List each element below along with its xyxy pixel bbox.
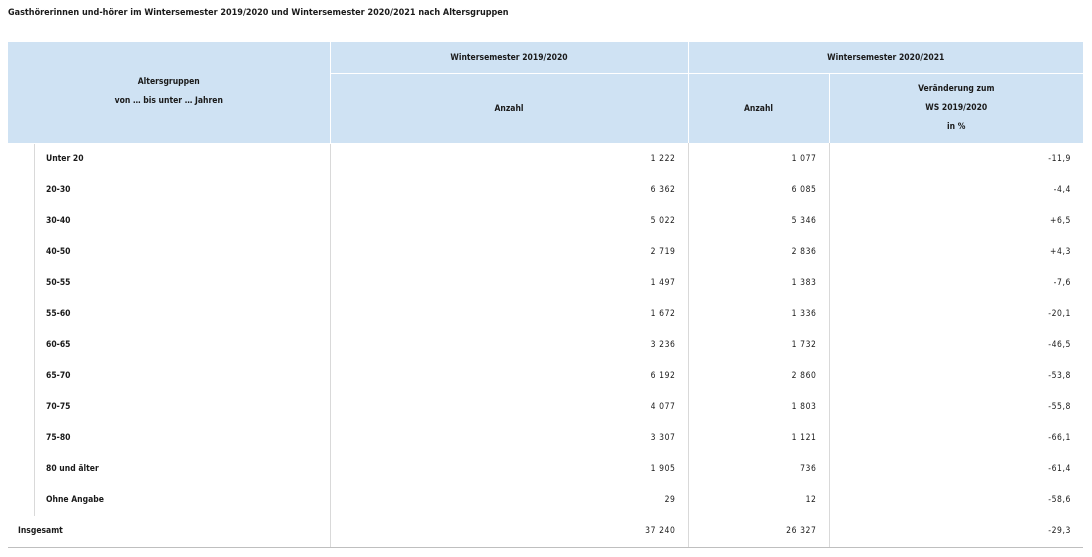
cell-ws1: 5 022 [329,205,688,237]
table-row: 80 und älter 1 905 736 -61,4 [8,453,1083,485]
total-change: -29,3 [828,515,1083,548]
table-row: 60-65 3 236 1 732 -46,5 [8,329,1083,361]
cell-ws2: 2 836 [687,236,829,268]
cell-ws1: 29 [329,484,688,516]
row-label: 75-80 [46,433,71,443]
cell-change: +4,3 [828,236,1083,268]
cell-ws1: 1 905 [329,453,688,485]
cell-change: -58,6 [828,484,1083,516]
header-veraenderung: Veränderung zum WS 2019/2020 in % [828,73,1083,143]
cell-ws1: 1 222 [329,143,688,175]
cell-ws2: 5 346 [687,205,829,237]
table-header: Altersgruppen von … bis unter … Jahren W… [8,42,1083,144]
header-veraenderung-line2: WS 2019/2020 [925,103,988,113]
page-title: Gasthörerinnen und-hörer im Wintersemest… [8,8,509,18]
cell-ws2: 1 077 [687,143,829,175]
table-row: 75-80 3 307 1 121 -66,1 [8,422,1083,454]
cell-ws2: 736 [687,453,829,485]
row-label: 50-55 [46,278,71,288]
total-ws1: 37 240 [329,515,688,548]
cell-ws1: 3 307 [329,422,688,454]
cell-change: -7,6 [828,267,1083,299]
cell-ws2: 1 803 [687,391,829,423]
header-anzahl-2020: Anzahl [687,73,829,143]
cell-change: -11,9 [828,143,1083,175]
cell-change: -46,5 [828,329,1083,361]
row-label: 20-30 [46,185,71,195]
row-label: 30-40 [46,216,71,226]
header-veraenderung-line1: Veränderung zum [918,84,995,94]
cell-change: -53,8 [828,360,1083,392]
cell-change: -20,1 [828,298,1083,330]
cell-change: -55,8 [828,391,1083,423]
table-row: Unter 20 1 222 1 077 -11,9 [8,143,1083,175]
cell-ws1: 6 192 [329,360,688,392]
cell-ws1: 4 077 [329,391,688,423]
total-row: Insgesamt 37 240 26 327 -29,3 [8,515,1083,548]
total-ws2: 26 327 [687,515,829,548]
cell-ws2: 1 732 [687,329,829,361]
table-row: 70-75 4 077 1 803 -55,8 [8,391,1083,423]
header-anzahl-2019: Anzahl [329,73,688,143]
cell-ws2: 12 [687,484,829,516]
table-row: 20-30 6 362 6 085 -4,4 [8,174,1083,206]
row-label: 70-75 [46,402,71,412]
cell-ws2: 1 336 [687,298,829,330]
table-row: 50-55 1 497 1 383 -7,6 [8,267,1083,299]
header-altersgruppen: Altersgruppen von … bis unter … Jahren [8,42,330,144]
cell-change: +6,5 [828,205,1083,237]
table-row: 55-60 1 672 1 336 -20,1 [8,298,1083,330]
cell-ws2: 1 383 [687,267,829,299]
header-altersgruppen-line2: von … bis unter … Jahren [114,96,223,107]
data-table: Altersgruppen von … bis unter … Jahren W… [8,42,1083,548]
cell-ws1: 2 719 [329,236,688,268]
table-body: Unter 20 1 222 1 077 -11,9 20-30 6 362 6… [8,143,1083,548]
header-veraenderung-line3: in % [947,122,966,132]
cell-ws1: 3 236 [329,329,688,361]
row-label: 60-65 [46,340,71,350]
row-label: 55-60 [46,309,71,319]
total-label: Insgesamt [8,515,330,548]
header-altersgruppen-line1: Altersgruppen [137,77,200,88]
cell-ws2: 6 085 [687,174,829,206]
cell-ws2: 1 121 [687,422,829,454]
table-row: 40-50 2 719 2 836 +4,3 [8,236,1083,268]
row-label: Ohne Angabe [46,495,104,505]
cell-ws1: 1 672 [329,298,688,330]
row-label: Unter 20 [46,154,84,164]
row-label: 65-70 [46,371,71,381]
row-label: 80 und älter [46,464,99,474]
cell-change: -66,1 [828,422,1083,454]
cell-ws1: 1 497 [329,267,688,299]
table-row: 30-40 5 022 5 346 +6,5 [8,205,1083,237]
cell-change: -4,4 [828,174,1083,206]
table-row: 65-70 6 192 2 860 -53,8 [8,360,1083,392]
cell-ws2: 2 860 [687,360,829,392]
header-ws-2020-2021: Wintersemester 2020/2021 [687,42,1083,74]
header-ws-2019-2020: Wintersemester 2019/2020 [329,42,688,74]
table-row: Ohne Angabe 29 12 -58,6 [8,484,1083,516]
cell-change: -61,4 [828,453,1083,485]
cell-ws1: 6 362 [329,174,688,206]
row-label: 40-50 [46,247,71,257]
